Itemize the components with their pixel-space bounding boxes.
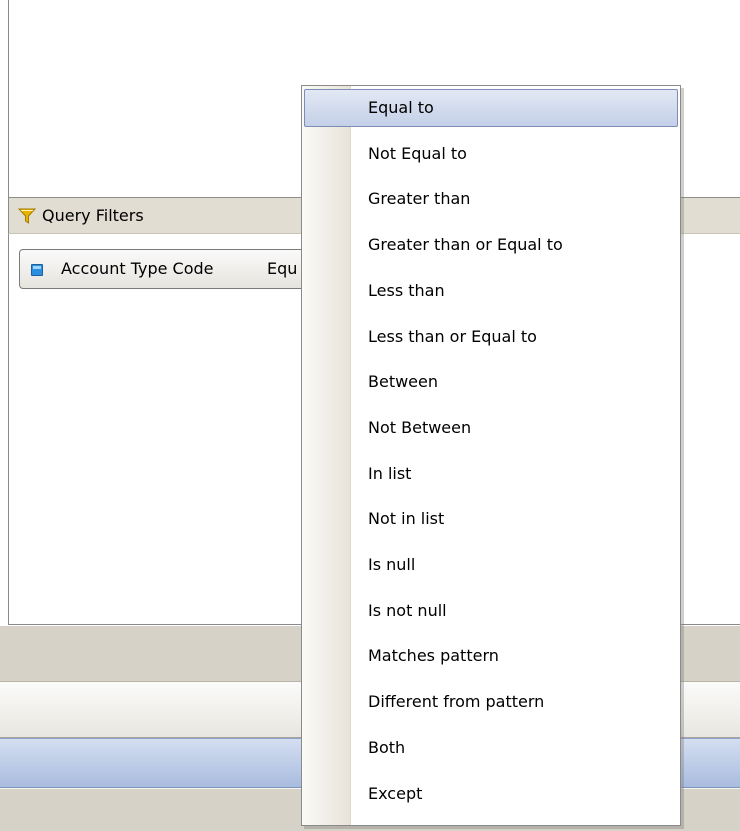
menu-item-equal-to[interactable]: Equal to [304,89,678,127]
menu-item-matches-pattern[interactable]: Matches pattern [304,637,678,675]
query-filter-item[interactable]: Account Type Code Equ [19,249,349,289]
menu-item-both[interactable]: Both [304,729,678,767]
menu-item-not-between[interactable]: Not Between [304,409,678,447]
menu-item-is-not-null[interactable]: Is not null [304,592,678,630]
menu-item-in-list[interactable]: In list [304,455,678,493]
operator-context-menu: Equal to Not Equal to Greater than Greater … [301,85,681,826]
menu-item-greater-than[interactable]: Greater than [304,180,678,218]
menu-item-not-in-list[interactable]: Not in list [304,500,678,538]
menu-item-not-equal-to[interactable]: Not Equal to [304,135,678,173]
filter-operator-label[interactable]: Equ [267,259,297,279]
menu-item-less-than-or-equal-to[interactable]: Less than or Equal to [304,318,678,356]
funnel-icon [18,208,36,224]
menu-item-greater-than-or-equal-to[interactable]: Greater than or Equal to [304,226,678,264]
menu-item-less-than[interactable]: Less than [304,272,678,310]
menu-item-is-null[interactable]: Is null [304,546,678,584]
menu-item-different-from-pattern[interactable]: Different from pattern [304,683,678,721]
menu-item-between[interactable]: Between [304,363,678,401]
query-filters-title: Query Filters [42,206,144,225]
menu-item-except[interactable]: Except [304,775,678,813]
filter-object-name: Account Type Code [61,259,214,278]
dimension-object-icon [31,264,43,276]
